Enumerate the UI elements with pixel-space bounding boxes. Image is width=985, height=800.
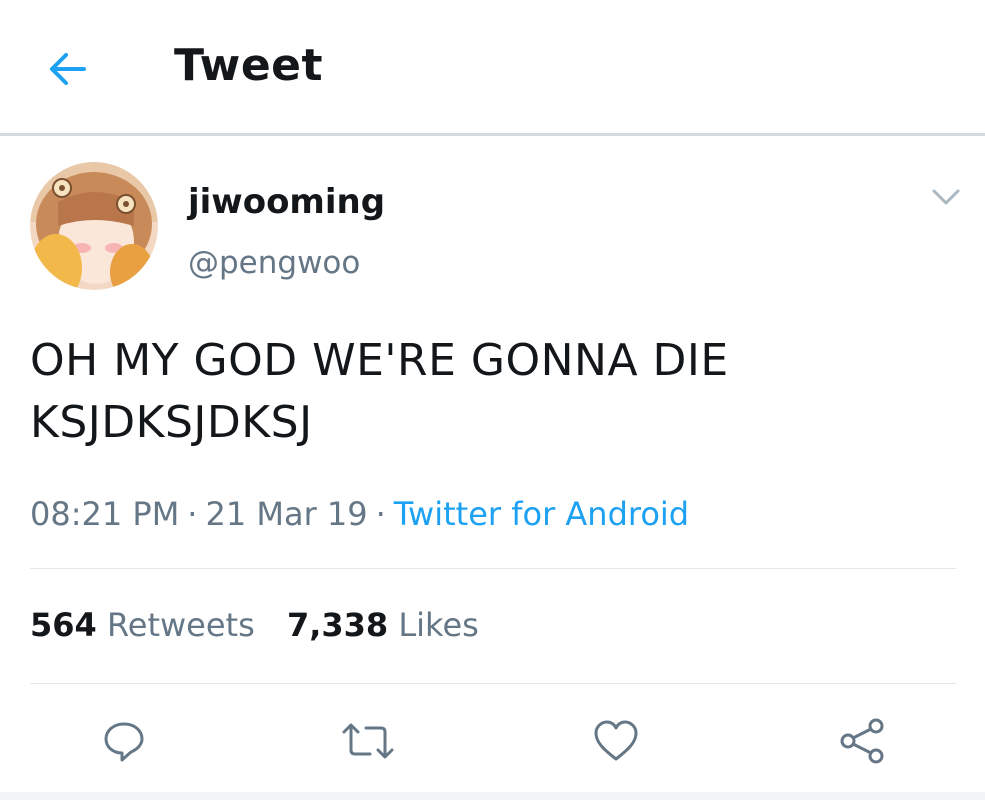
heart-icon [594,720,638,761]
likes-count: 7,338 [286,606,389,644]
back-button[interactable] [40,44,94,94]
tweet-date: 21 Mar 19 [205,495,368,533]
tweet-stats: 564 Retweets 7,338 Likes [30,606,501,644]
retweets-label: Retweets [106,606,255,644]
reply-icon [104,722,144,762]
divider [30,568,956,569]
tweet-text: OH MY GOD WE'RE GONNA DIE KSJDKSJDKSJ [30,330,960,454]
meta-separator: · [375,495,386,533]
user-handle[interactable]: @pengwoo [188,245,360,281]
avatar-image [30,162,158,290]
tweet-text-line: OH MY GOD WE'RE GONNA DIE [30,335,729,386]
reply-button[interactable] [96,713,152,769]
tweet-menu-button[interactable] [928,182,964,212]
divider [30,683,956,684]
likes-label: Likes [398,606,479,644]
action-bar [0,705,985,775]
share-icon [840,718,884,764]
tweet-text-line: KSJDKSJDKSJ [30,397,313,448]
chevron-down-icon [932,189,960,205]
like-button[interactable] [588,713,644,769]
avatar[interactable] [30,162,158,290]
likes-stat[interactable]: 7,338 Likes [287,606,479,644]
retweets-count: 564 [30,606,97,644]
retweet-icon [342,723,394,759]
meta-separator: · [187,495,198,533]
tweet-source-link[interactable]: Twitter for Android [394,495,689,533]
retweets-stat[interactable]: 564 Retweets [30,606,255,644]
share-button[interactable] [834,713,890,769]
bottom-divider [0,792,985,800]
tweet-time: 08:21 PM [30,495,180,533]
page-title: Tweet [174,40,324,91]
tweet-meta: 08:21 PM · 21 Mar 19 · Twitter for Android [30,495,689,533]
header-divider [0,133,985,136]
retweet-button[interactable] [340,713,396,769]
arrow-left-icon [50,53,86,85]
top-bar: Tweet [0,0,985,134]
display-name[interactable]: jiwooming [188,182,385,222]
